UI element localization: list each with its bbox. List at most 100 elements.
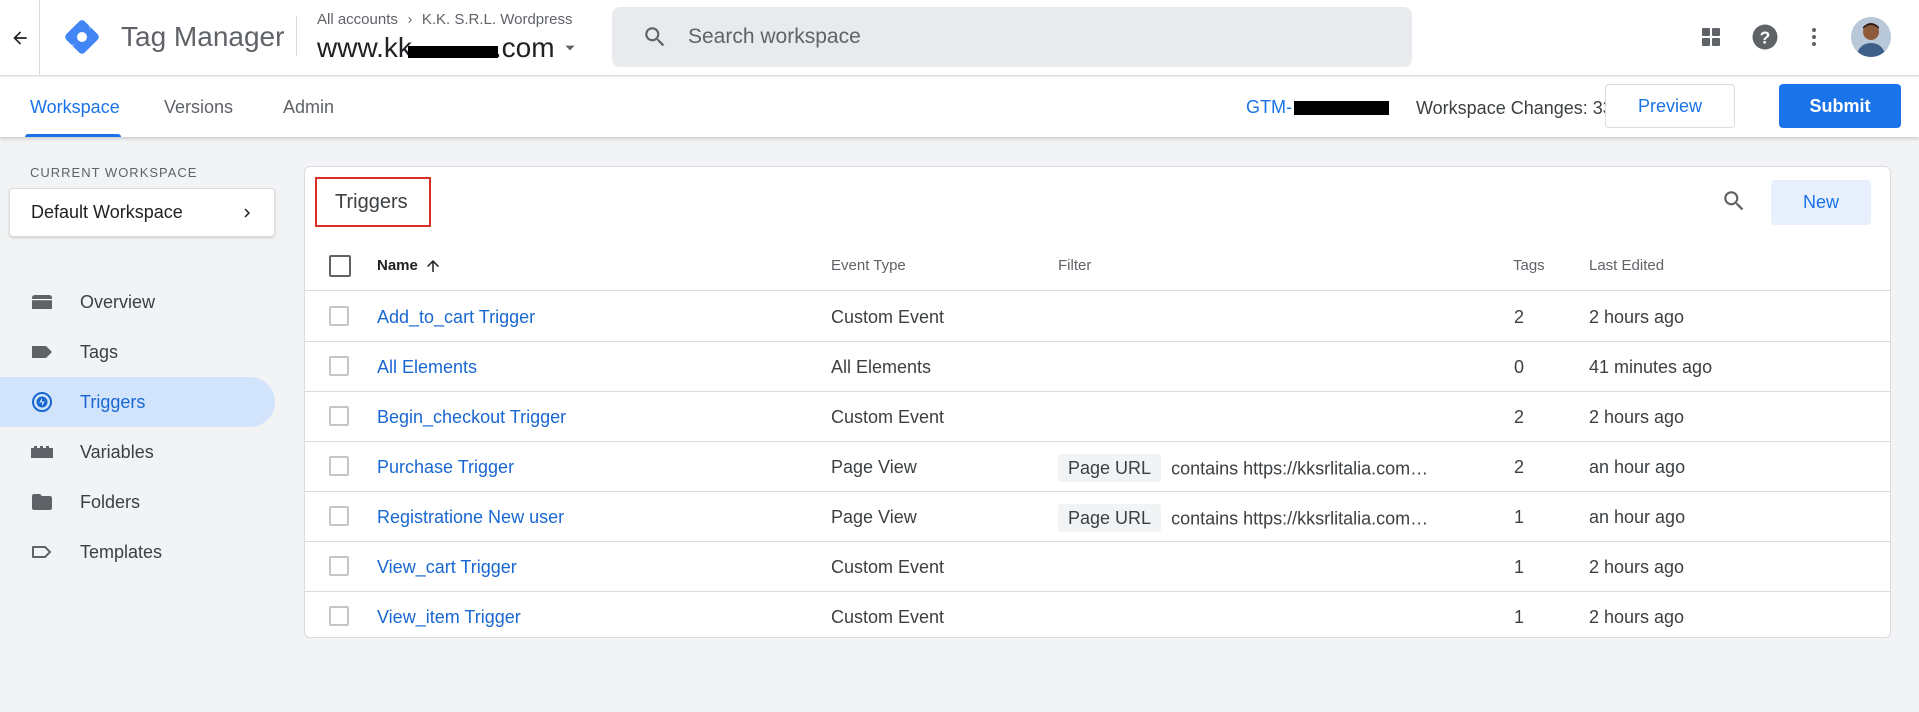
trigger-name-link[interactable]: Add_to_cart Trigger — [377, 292, 535, 342]
container-selector[interactable]: www.kk .com — [317, 32, 577, 64]
breadcrumb-account-name[interactable]: K.K. S.R.L. Wordpress — [422, 11, 573, 28]
row-checkbox[interactable] — [329, 456, 349, 476]
sidebar-item-label: Triggers — [80, 391, 146, 412]
arrow-back-icon — [12, 31, 27, 45]
sidebar-item-templates[interactable]: Templates — [0, 527, 275, 577]
top-app-bar: Tag Manager All accounts K.K. S.R.L. Wor… — [0, 0, 1919, 76]
workspace-selector[interactable]: Default Workspace — [9, 188, 275, 237]
row-checkbox[interactable] — [329, 306, 349, 326]
filter-variable-chip: Page URL — [1058, 504, 1162, 533]
trigger-name-link[interactable]: Purchase Trigger — [377, 442, 514, 492]
sidebar-item-variables[interactable]: Variables — [0, 427, 275, 477]
avatar[interactable] — [1851, 17, 1891, 57]
tab-admin[interactable]: Admin — [283, 77, 334, 137]
filter-text: contains https://kksrlitalia.com… — [1171, 458, 1429, 479]
event-type: Custom Event — [831, 607, 945, 627]
overview-icon — [30, 290, 54, 314]
event-type: Custom Event — [831, 407, 945, 427]
page-title: Triggers — [315, 177, 431, 227]
column-header-name[interactable]: Name — [377, 241, 442, 291]
last-edited: an hour ago — [1589, 457, 1686, 477]
column-header-filter[interactable]: Filter — [1058, 241, 1091, 291]
help-icon[interactable]: ? — [1747, 19, 1783, 55]
table-row[interactable]: Registratione New user Page View Page UR… — [305, 492, 1890, 542]
table-row[interactable]: View_item Trigger Custom Event 1 2 hours… — [305, 592, 1890, 642]
app-title: Tag Manager — [121, 21, 285, 52]
container-id[interactable]: GTM- — [1246, 97, 1389, 118]
last-edited: 2 hours ago — [1589, 407, 1685, 427]
last-edited: 2 hours ago — [1589, 307, 1685, 327]
submit-button[interactable]: Submit — [1779, 84, 1901, 128]
table-row[interactable]: View_cart Trigger Custom Event 1 2 hours… — [305, 542, 1890, 592]
sidebar-item-triggers[interactable]: Triggers — [0, 377, 275, 427]
tab-versions[interactable]: Versions — [164, 77, 233, 137]
table-row[interactable]: Purchase Trigger Page View Page URL conta… — [305, 442, 1890, 492]
trigger-name-link[interactable]: View_cart Trigger — [377, 542, 517, 592]
sidebar-item-label: Folders — [80, 491, 141, 512]
row-checkbox[interactable] — [329, 556, 349, 576]
row-checkbox[interactable] — [329, 356, 349, 376]
breadcrumb-all-accounts[interactable]: All accounts — [317, 11, 398, 28]
sidebar-item-tags[interactable]: Tags — [0, 327, 275, 377]
apps-grid-icon[interactable] — [1693, 19, 1729, 55]
last-edited: 2 hours ago — [1589, 557, 1685, 577]
workspace-toolbar: Workspace Versions Admin GTM- Workspace … — [0, 77, 1919, 137]
column-header-event-type[interactable]: Event Type — [831, 241, 906, 291]
trigger-name-link[interactable]: Registratione New user — [377, 492, 564, 542]
event-type: Custom Event — [831, 557, 945, 577]
svg-text:?: ? — [1760, 27, 1771, 47]
table-row[interactable]: Add_to_cart Trigger Custom Event 2 2 hou… — [305, 292, 1890, 342]
preview-button[interactable]: Preview — [1605, 84, 1735, 128]
back-button[interactable] — [0, 0, 40, 76]
select-all-checkbox[interactable] — [329, 255, 351, 277]
workspace-changes-count[interactable]: Workspace Changes: 33 — [1416, 98, 1613, 119]
tags-count: 2 — [1514, 407, 1525, 427]
table-row[interactable]: All Elements All Elements 0 41 minutes a… — [305, 342, 1890, 392]
template-icon — [30, 540, 54, 564]
folder-icon — [30, 490, 54, 514]
table-search-icon[interactable] — [1718, 185, 1750, 217]
sidebar-item-label: Tags — [80, 341, 119, 362]
workspace-search[interactable] — [612, 7, 1412, 67]
tag-icon — [30, 340, 54, 364]
more-vert-icon[interactable] — [1796, 19, 1832, 55]
event-type: All Elements — [831, 357, 932, 377]
event-type: Custom Event — [831, 307, 945, 327]
tags-count: 0 — [1514, 357, 1525, 377]
new-trigger-button[interactable]: New — [1771, 180, 1871, 225]
trigger-icon — [30, 390, 54, 414]
tab-workspace[interactable]: Workspace — [30, 77, 120, 137]
sort-ascending-icon — [426, 260, 439, 272]
row-checkbox[interactable] — [329, 606, 349, 626]
sidebar-item-folders[interactable]: Folders — [0, 477, 275, 527]
row-checkbox[interactable] — [329, 506, 349, 526]
table-header: Name Event Type Filter Tags Last Edited — [305, 241, 1890, 291]
row-checkbox[interactable] — [329, 406, 349, 426]
trigger-name-link[interactable]: All Elements — [377, 342, 477, 392]
column-header-tags[interactable]: Tags — [1513, 241, 1545, 291]
title-divider — [296, 16, 297, 56]
sidebar-item-label: Templates — [80, 541, 163, 562]
table-row[interactable]: Begin_checkout Trigger Custom Event 2 2 … — [305, 392, 1890, 442]
breadcrumb: All accounts K.K. S.R.L. Wordpress — [317, 11, 572, 28]
tags-count: 1 — [1514, 607, 1525, 627]
last-edited: an hour ago — [1589, 507, 1686, 527]
redaction-bar — [407, 45, 498, 58]
chevron-right-icon — [408, 16, 412, 23]
search-input[interactable] — [688, 25, 1388, 49]
trigger-name-link[interactable]: View_item Trigger — [377, 592, 521, 642]
tags-count: 2 — [1514, 307, 1525, 327]
tags-count: 1 — [1514, 557, 1525, 577]
sidebar-item-label: Overview — [80, 291, 156, 312]
filter-text: contains https://kksrlitalia.com… — [1171, 508, 1429, 529]
filter-condition: Page URL contains https://kksrlitalia.com… — [1058, 442, 1428, 492]
event-type: Page View — [831, 457, 917, 477]
filter-condition: Page URL contains https://kksrlitalia.com… — [1058, 492, 1428, 542]
tag-manager-logo — [65, 20, 99, 54]
tags-count: 2 — [1514, 457, 1525, 477]
sidebar-item-overview[interactable]: Overview — [0, 277, 275, 327]
redaction-bar — [1293, 100, 1389, 115]
trigger-name-link[interactable]: Begin_checkout Trigger — [377, 392, 566, 442]
column-header-last-edited[interactable]: Last Edited — [1589, 241, 1664, 291]
last-edited: 2 hours ago — [1589, 607, 1685, 627]
